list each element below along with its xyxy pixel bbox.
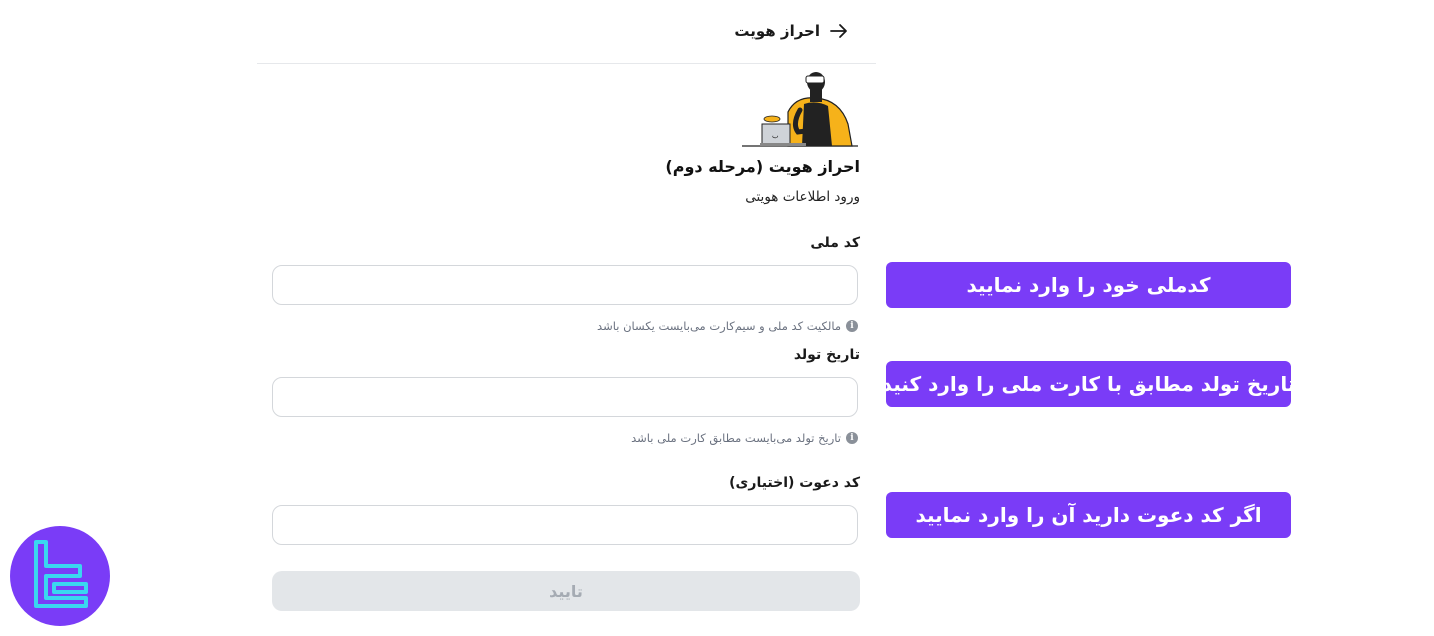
callout-national-code: کدملی خود را وارد نمایید bbox=[886, 262, 1291, 308]
info-icon: i bbox=[846, 432, 858, 444]
page-header: احراز هویت bbox=[257, 0, 876, 64]
callout-birth-date: تاریخ تولد مطابق با کارت ملی را وارد کنی… bbox=[882, 361, 1295, 407]
birth-date-label: تاریخ تولد bbox=[793, 347, 860, 363]
invite-code-input[interactable] bbox=[272, 505, 858, 545]
national-code-hint-text: مالکیت کد ملی و سیم‌کارت می‌بایست یکسان … bbox=[597, 319, 841, 333]
national-code-hint: i مالکیت کد ملی و سیم‌کارت می‌بایست یکسا… bbox=[597, 319, 858, 333]
brand-logo bbox=[10, 526, 110, 626]
birth-date-hint-text: تاریخ تولد می‌بایست مطابق کارت ملی باشد bbox=[631, 431, 841, 445]
national-code-input[interactable] bbox=[272, 265, 858, 305]
national-code-label: کد ملی bbox=[810, 235, 860, 251]
step-title: احراز هویت (مرحله دوم) bbox=[665, 157, 860, 176]
birth-date-hint: i تاریخ تولد می‌بایست مطابق کارت ملی باش… bbox=[631, 431, 858, 445]
birth-date-input[interactable] bbox=[272, 377, 858, 417]
submit-button[interactable]: تایید bbox=[272, 571, 860, 611]
person-with-laptop-illustration: ب bbox=[742, 72, 858, 147]
header-title: احراز هویت bbox=[734, 22, 820, 40]
info-icon: i bbox=[846, 320, 858, 332]
svg-text:ب: ب bbox=[772, 132, 779, 140]
arrow-right-icon[interactable] bbox=[828, 20, 850, 42]
callout-invite-code: اگر کد دعوت دارید آن را وارد نمایید bbox=[886, 492, 1291, 538]
step-subtitle: ورود اطلاعات هویتی bbox=[745, 189, 860, 205]
invite-code-label: کد دعوت (اختیاری) bbox=[729, 475, 860, 491]
